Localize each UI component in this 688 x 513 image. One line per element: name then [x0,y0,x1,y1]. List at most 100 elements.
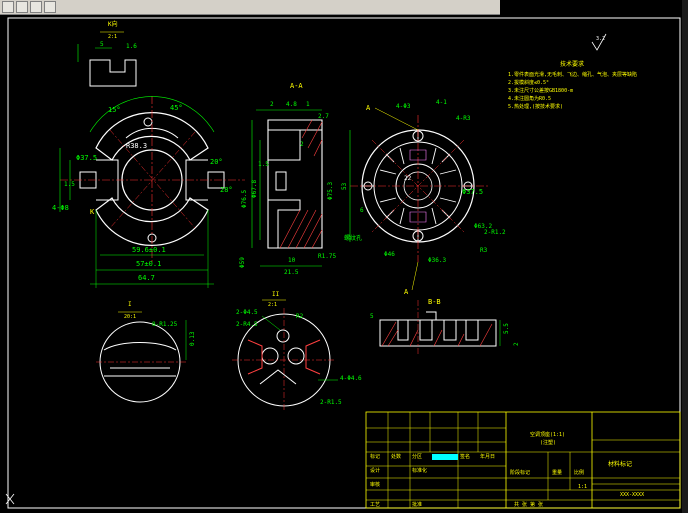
right-dim: Φ37.5 [462,188,483,196]
main-view: 45° 15° R38.3 Φ37.5 20° 28° 1.5 4-Φ8 59.… [52,96,245,288]
aa-dim: 1 [306,101,310,108]
selection-highlight [432,454,458,460]
section-b-b: B-B 5 5.5 2 [370,298,520,356]
svg-text:批准: 批准 [412,501,422,508]
tech-item: 2.拔模斜度≤0.5° [508,79,549,86]
aa-dim: 2.7 [318,113,329,120]
detail-i: I 20:1 8-R1.25 0.13 [96,301,196,403]
right-view: A A 4-Φ3 4-R3 Φ37.5 Φ63.2 Φ46 Φ36.3 2-R1… [341,99,506,296]
aa-dim: 2 [270,101,274,108]
right-dim: 22 [404,175,412,182]
aa-dim: Φ76.5 [241,190,248,208]
detail-scale: 20:1 [124,314,136,320]
cad-application: K向 2:1 5 1.6 45° 15° R38.3 Φ37.5 20° 28°… [0,0,688,513]
detail-ii-dim: 2-R1.5 [320,399,342,406]
right-dim: 2-R1.2 [484,229,506,236]
section-arrow-a: A [366,104,371,112]
right-dim: 53 [341,182,348,190]
title-block: 空调顶座(1:1) (注塑) 材料标记 XXX-XXXX 1:1 共 张 第 张… [365,411,681,509]
tech-item: 3.未注尺寸公差按GB1800-m [508,87,573,94]
svg-text:标准化: 标准化 [412,467,427,474]
svg-text:重量: 重量 [552,469,562,476]
svg-text:标记: 标记 [370,453,380,460]
tech-heading: 技术要求 [560,60,584,68]
tech-item: 1.零件表面光滑,无毛刺、飞边、缩孔、气泡、夹层等缺陷 [508,71,637,78]
right-dim: 4-Φ3 [396,103,411,110]
k-view: K向 2:1 5 1.6 [77,20,137,87]
svg-text:阶段标记: 阶段标记 [510,469,530,476]
part-sub: (注塑) [540,439,556,446]
right-note: 螺纹孔 [344,234,362,242]
bb-dim: 5.5 [503,323,510,334]
tech-requirements: 技术要求 1.零件表面光滑,无毛刺、飞边、缩孔、气泡、夹层等缺陷 2.拔模斜度≤… [508,60,637,110]
k-view-title: K向 [108,20,118,28]
main-dim: 45° [170,104,183,112]
drawing-frame [7,17,681,509]
right-dim: 4-R3 [456,115,471,122]
svg-text:3.2: 3.2 [596,36,605,42]
drawing-number: XXX-XXXX [620,492,644,498]
drawing-canvas[interactable]: K向 2:1 5 1.6 45° 15° R38.3 Φ37.5 20° 28°… [0,0,688,513]
detail-ii-dim: 2-Φ4.5 [236,309,258,316]
detail-i-dim: 8-R1.25 [152,321,178,328]
aa-dim: Φ67.8 [251,180,258,198]
tech-item: 4.未注圆角为R0.5 [508,95,551,102]
main-dim: 15° [108,106,121,114]
main-dim: 1.5 [64,181,75,188]
main-dim: 57±0.1 [136,260,161,268]
main-dim: 4-Φ8 [52,204,69,212]
k-view-dim: 5 [100,41,104,48]
svg-text:处数: 处数 [391,453,401,460]
section-arrow-a: A [404,288,409,296]
detail-ii-dim: 4-Φ4.6 [340,375,362,382]
main-dim: 28° [220,186,233,194]
detail-ii: II 2:1 2-Φ4.5 2-R4.5 2-R1.5 4-Φ4.6 R2 [232,291,362,412]
sheet-count: 共 张 第 张 [514,501,543,508]
aa-dim: Φ59 [239,257,246,268]
main-dim: 20° [210,158,223,166]
main-dim: R38.3 [126,142,147,150]
aa-dim: 10 [288,257,296,264]
roughness-symbol: 3.2 [591,33,607,51]
section-title: B-B [428,298,441,306]
detail-scale: 2:1 [268,302,277,308]
section-title: A-A [290,82,303,90]
right-dim: Φ36.3 [428,257,446,264]
detail-ii-dim: R2 [296,313,304,320]
svg-text:设计: 设计 [370,467,380,474]
material: 材料标记 [608,460,632,468]
svg-text:审核: 审核 [370,481,380,488]
ucs-icon [5,493,15,505]
aa-dim: 1.5 [258,161,269,168]
scale-value: 1:1 [578,484,587,490]
section-a-a: A-A 2 4.8 1 2.7 1.5 2 Φ76.5 Φ67.8 Φ75.3 [239,82,336,276]
detail-ii-dim: 2-R4.5 [236,321,258,328]
svg-text:签名: 签名 [460,453,470,460]
aa-dim: 4.8 [286,101,297,108]
main-dim: Φ37.5 [76,154,97,162]
detail-i-dim: 0.13 [189,331,196,346]
k-view-scale: 2:1 [108,34,117,40]
right-dim: R3 [480,247,488,254]
aa-dim: R1.75 [318,253,336,260]
right-dim: 4-1 [436,99,447,106]
bb-dim: 5 [370,313,374,320]
aa-dim: 21.5 [284,269,299,276]
aa-dim: 2 [300,141,304,148]
svg-text:分区: 分区 [412,453,422,460]
part-name: 空调顶座(1:1) [530,431,565,438]
detail-label: II [272,291,280,298]
aa-dim: Φ75.3 [327,182,334,200]
main-dim: 64.7 [138,274,155,282]
detail-label: I [128,301,132,308]
svg-text:比例: 比例 [574,469,584,476]
bb-dim: 2 [513,342,520,346]
right-dim: Φ46 [384,251,395,258]
right-dim: 6 [360,207,364,214]
view-arrow-k: K [90,208,95,216]
main-dim: 59.6±0.1 [132,246,166,254]
k-view-dim: 1.6 [126,43,137,50]
tech-item: 5.热处理,(按技术要求) [508,103,563,110]
svg-text:年月日: 年月日 [480,453,495,460]
svg-text:工艺: 工艺 [370,502,380,508]
